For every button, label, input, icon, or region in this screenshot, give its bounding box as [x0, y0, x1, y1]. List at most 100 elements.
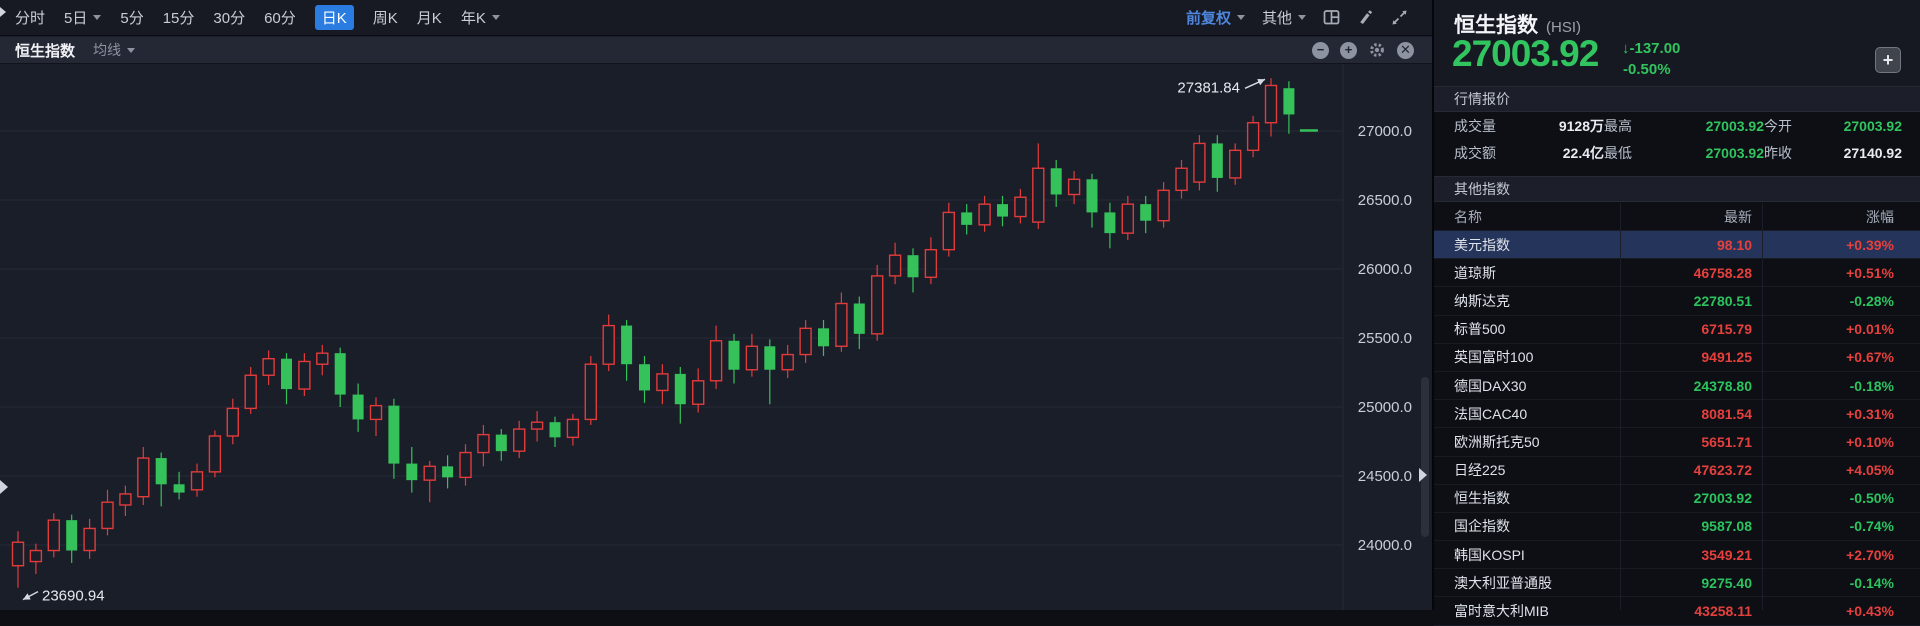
adjust-dropdown[interactable]: 前复权: [1186, 7, 1245, 28]
table-row-美元指数[interactable]: 美元指数 98.10 +0.39%: [1434, 231, 1920, 260]
table-row-澳大利亚普通股[interactable]: 澳大利亚普通股 9275.40 -0.14%: [1434, 569, 1920, 598]
indices-table-header: 名称 最新 涨幅: [1434, 203, 1920, 231]
table-row-法国CAC40[interactable]: 法国CAC40 8081.54 +0.31%: [1434, 400, 1920, 429]
table-row-欧洲斯托克50[interactable]: 欧洲斯托克50 5651.71 +0.10%: [1434, 428, 1920, 457]
index-pct-cell: +0.31%: [1846, 405, 1894, 422]
ma-dropdown[interactable]: 均线: [93, 40, 136, 60]
index-last-cell: 24378.80: [1693, 377, 1752, 394]
period-tab-分时[interactable]: 分时: [15, 7, 45, 28]
index-pct-cell: +2.70%: [1846, 546, 1894, 563]
ma-label: 均线: [93, 42, 122, 58]
period-tab-年K[interactable]: 年K: [461, 7, 500, 28]
adjust-label: 前复权: [1185, 10, 1231, 27]
axis-scrollbar-thumb[interactable]: [1421, 377, 1429, 537]
chevron-down-icon: [1236, 15, 1245, 20]
index-pct-cell: -0.14%: [1849, 574, 1894, 591]
fullscreen-icon[interactable]: [1391, 9, 1408, 26]
quote-value: 9128万: [1558, 117, 1604, 134]
settings-icon[interactable]: [1368, 41, 1386, 59]
index-name-cell: 韩国KOSPI: [1454, 546, 1525, 563]
index-pct-cell: -0.28%: [1849, 292, 1894, 309]
index-last-cell: 9275.40: [1701, 574, 1752, 591]
chart-region: 分时 5日 5分 15分 30分 60分 日K 周K 月K 年K 前复权 其他 恒生指数 均线 −…: [0, 0, 1432, 610]
index-last-cell: 98.10: [1716, 236, 1752, 253]
candlestick-chart[interactable]: 27000.0 26500.0 26000.0 25500.0 25000.0 24500…: [0, 64, 1432, 610]
table-row-日经225[interactable]: 日经225 47623.72 +4.05%: [1434, 457, 1920, 485]
quote-value: 27003.92: [1705, 117, 1764, 134]
y-axis-label: 26000.0: [1358, 261, 1412, 278]
index-name-cell: 纳斯达克: [1454, 292, 1510, 309]
close-icon[interactable]: ✕: [1397, 41, 1414, 59]
table-row-德国DAX30[interactable]: 德国DAX30 24378.80 -0.18%: [1434, 372, 1920, 401]
index-name-cell: 美元指数: [1454, 236, 1510, 253]
index-last-cell: 27003.92: [1693, 490, 1752, 507]
index-name-cell: 日经225: [1454, 462, 1506, 479]
period-tab-月K[interactable]: 月K: [417, 7, 442, 28]
symbol-label: 恒生指数: [15, 42, 76, 60]
period-tab-5分[interactable]: 5分: [120, 7, 143, 28]
index-last-cell: 6715.79: [1701, 321, 1752, 338]
index-last-cell: 9491.25: [1701, 349, 1752, 366]
table-row-恒生指数[interactable]: 恒生指数 27003.92 -0.50%: [1434, 485, 1920, 513]
collapse-handle-top-icon[interactable]: [0, 7, 6, 17]
y-axis-label: 24500.0: [1358, 468, 1412, 485]
table-row-纳斯达克[interactable]: 纳斯达克 22780.51 -0.28%: [1434, 287, 1920, 316]
col-name: 名称: [1454, 208, 1482, 225]
current-price: 27003.92: [1452, 33, 1599, 74]
quote-value: 22.4亿: [1562, 144, 1604, 161]
section-quotes: 行情报价: [1434, 86, 1920, 112]
y-axis-label: 26500.0: [1358, 192, 1412, 209]
zoom-out-icon[interactable]: −: [1312, 41, 1329, 59]
table-row-标普500[interactable]: 标普500 6715.79 +0.01%: [1434, 316, 1920, 344]
index-last-cell: 5651.71: [1701, 433, 1752, 450]
index-last-cell: 46758.28: [1693, 264, 1752, 281]
index-last-cell: 3549.21: [1701, 546, 1752, 563]
period-tab-60分[interactable]: 60分: [264, 7, 296, 28]
zoom-in-icon[interactable]: +: [1340, 41, 1357, 59]
quote-label: 最高: [1604, 117, 1632, 134]
index-last-cell: 22780.51: [1693, 292, 1752, 309]
y-axis-label: 27000.0: [1358, 123, 1412, 140]
index-name-cell: 欧洲斯托克50: [1454, 433, 1540, 450]
table-row-道琼斯[interactable]: 道琼斯 46758.28 +0.51%: [1434, 259, 1920, 288]
index-pct-cell: +4.05%: [1846, 462, 1894, 479]
table-row-韩国KOSPI[interactable]: 韩国KOSPI 3549.21 +2.70%: [1434, 541, 1920, 570]
table-row-富时意大利MIB[interactable]: 富时意大利MIB 43258.11 +0.43%: [1434, 597, 1920, 626]
chevron-down-icon: [127, 47, 136, 53]
index-pct-cell: +0.10%: [1846, 433, 1894, 450]
y-axis-label: 25000.0: [1358, 399, 1412, 416]
brush-icon[interactable]: [1357, 9, 1374, 26]
other-dropdown[interactable]: 其他: [1262, 7, 1306, 28]
layout-grid-icon[interactable]: [1323, 9, 1340, 26]
quote-panel: 恒生指数 (HSI) 27003.92 ↓-137.00 -0.50% + 行情报…: [1432, 0, 1920, 626]
index-pct-cell: +0.01%: [1846, 321, 1894, 338]
expand-left-panel-icon[interactable]: [0, 480, 8, 494]
chevron-down-icon: [1298, 15, 1306, 20]
column-divider: [1762, 203, 1763, 610]
low-annotation: 23690.94: [42, 588, 105, 605]
table-row-英国富时100[interactable]: 英国富时100 9491.25 +0.67%: [1434, 344, 1920, 372]
change-value: -137.00: [1629, 40, 1681, 57]
index-name-cell: 德国DAX30: [1454, 377, 1527, 394]
index-pct-cell: +0.67%: [1846, 349, 1894, 366]
index-pct-cell: +0.43%: [1846, 603, 1894, 620]
period-tabs: 分时 5日 5分 15分 30分 60分 日K 周K 月K 年K: [0, 5, 1186, 30]
y-axis-label: 25500.0: [1358, 330, 1412, 347]
index-name-cell: 澳大利亚普通股: [1454, 574, 1552, 591]
other-label: 其他: [1261, 10, 1292, 27]
index-name-cell: 标普500: [1454, 321, 1506, 338]
period-tab-30分[interactable]: 30分: [213, 7, 245, 28]
index-pct-cell: -0.74%: [1849, 518, 1894, 535]
add-to-watchlist-button[interactable]: +: [1875, 47, 1901, 73]
price-change: ↓-137.00: [1622, 40, 1680, 57]
quote-value: 27003.92: [1843, 117, 1902, 134]
collapse-right-panel-icon[interactable]: [1419, 468, 1427, 482]
period-tab-15分[interactable]: 15分: [163, 7, 195, 28]
trading-app: { "toolbar": { "periods": [ {"label":"分时…: [0, 0, 1920, 626]
table-row-国企指数[interactable]: 国企指数 9587.08 -0.74%: [1434, 513, 1920, 542]
index-name-cell: 富时意大利MIB: [1454, 603, 1549, 620]
period-tab-日K[interactable]: 日K: [314, 5, 354, 30]
period-tab-5日[interactable]: 5日: [64, 7, 102, 28]
index-last-cell: 47623.72: [1693, 462, 1752, 479]
period-tab-周K[interactable]: 周K: [373, 7, 398, 28]
